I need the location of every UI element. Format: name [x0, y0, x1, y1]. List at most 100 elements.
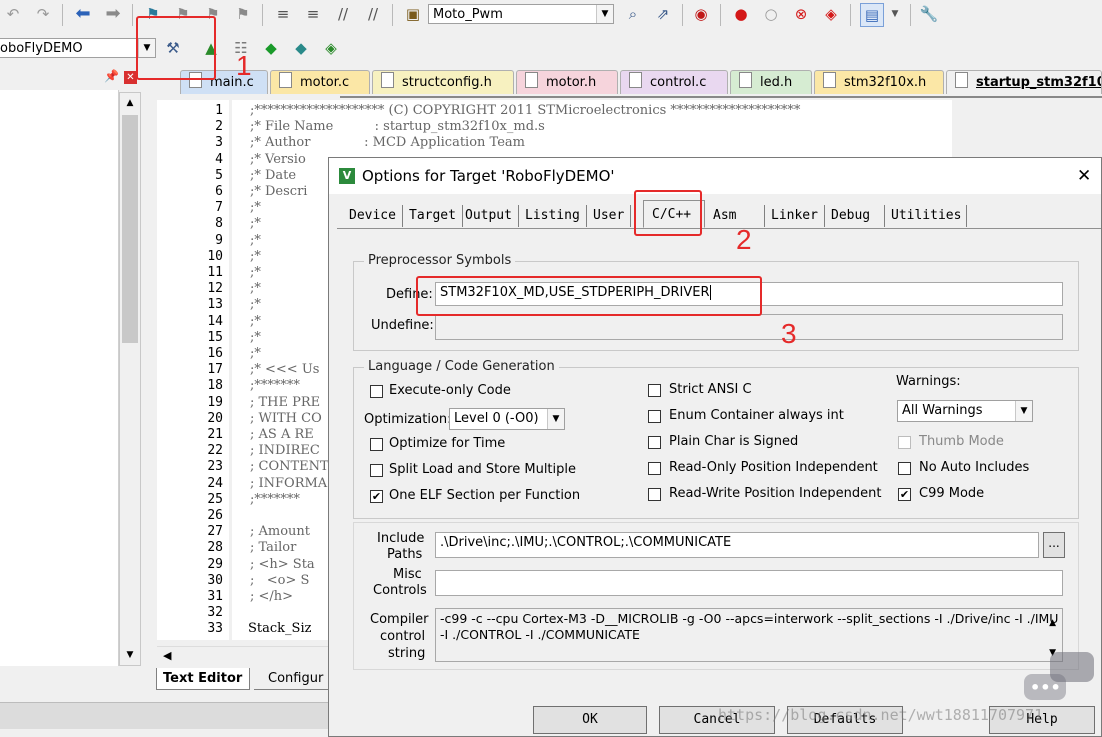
tab-utilities[interactable]: Utilities — [885, 205, 967, 227]
line-number-gutter: 1 2 3 4 5 6 7 8 9 10 11 12 13 14 15 16 17 18 19 20 21 22 23 24 2… — [157, 100, 229, 640]
line-number: 26 — [207, 508, 223, 523]
toolbar-separator — [262, 4, 263, 26]
nav-forward-icon[interactable]: ➡ — [102, 3, 124, 25]
redo-icon[interactable]: ↷ — [32, 3, 54, 25]
file-tab[interactable]: motor.c — [270, 70, 370, 94]
include-paths-input[interactable]: .\Drive\inc;.\IMU;.\CONTROL;.\COMMUNICAT… — [435, 532, 1039, 558]
comment-icon[interactable]: // — [332, 3, 354, 25]
no-auto-includes-checkbox[interactable] — [898, 462, 911, 475]
file-tab-active[interactable]: startup_stm32f10x — [946, 70, 1102, 94]
project-tree-scrollbar[interactable]: ▲ ▼ — [119, 92, 141, 666]
execute-only-checkbox[interactable] — [370, 385, 383, 398]
line-number: 13 — [207, 297, 223, 313]
find-icon[interactable]: ⌕ — [622, 3, 644, 25]
disable-all-breakpoints-icon[interactable]: ⊗ — [790, 3, 812, 25]
line-number: 10 — [207, 248, 223, 264]
code-line: ;* <<< Us — [250, 362, 320, 378]
indent-icon[interactable]: ≡ — [272, 3, 294, 25]
window-layout-icon[interactable]: ▤ — [860, 3, 884, 27]
tab-device[interactable]: Device — [343, 205, 403, 227]
file-tab[interactable]: structconfig.h — [372, 70, 514, 94]
optimize-time-checkbox[interactable] — [370, 438, 383, 451]
h-file-icon — [739, 72, 752, 88]
target-combo[interactable]: Moto_Pwm ▼ — [428, 4, 614, 24]
strict-ansi-label: Strict ANSI C — [669, 382, 752, 397]
scroll-up-icon[interactable]: ▲ — [1049, 615, 1056, 631]
file-tab[interactable]: led.h — [730, 70, 812, 94]
optimization-select[interactable]: Level 0 (-O0) ▼ — [449, 408, 565, 430]
chevron-down-icon[interactable]: ▼ — [596, 5, 613, 23]
disable-breakpoint-icon[interactable]: ○ — [760, 3, 782, 25]
code-line: ;* — [250, 265, 261, 280]
code-line: ;* — [250, 281, 261, 297]
ro-pi-checkbox[interactable] — [648, 462, 661, 475]
chevron-down-icon[interactable]: ▼ — [547, 409, 564, 429]
tab-linker[interactable]: Linker — [765, 205, 825, 227]
rte-icon[interactable]: ◈ — [320, 37, 342, 59]
tab-output[interactable]: Output — [459, 205, 519, 227]
ok-button[interactable]: OK — [533, 706, 647, 734]
code-line: ; INDIREC — [250, 443, 320, 459]
rw-pi-checkbox[interactable] — [648, 488, 661, 501]
scroll-up-icon[interactable]: ▲ — [122, 95, 138, 111]
code-line: ;******************** (C) COPYRIGHT 2011… — [250, 103, 801, 118]
one-elf-checkbox[interactable]: ✔ — [370, 490, 383, 503]
find-in-files-icon[interactable]: ▣ — [402, 3, 424, 25]
pin-icon[interactable]: 📌 — [104, 69, 119, 83]
plain-char-checkbox[interactable] — [648, 436, 661, 449]
h-file-icon — [823, 72, 836, 88]
breakpoint-icon[interactable]: ● — [730, 3, 752, 25]
file-tab[interactable]: motor.h — [516, 70, 618, 94]
warnings-select[interactable]: All Warnings ▼ — [897, 400, 1033, 422]
enum-int-checkbox[interactable] — [648, 410, 661, 423]
line-number: 4 — [215, 151, 223, 167]
browse-include-button[interactable]: ... — [1043, 532, 1065, 558]
undo-icon[interactable]: ↶ — [2, 3, 24, 25]
project-tree[interactable] — [0, 90, 119, 666]
tab-user[interactable]: User — [587, 205, 631, 227]
window-layout-dropdown-icon[interactable]: ▼ — [884, 3, 906, 25]
tab-configuration-wizard[interactable]: Configur — [254, 668, 334, 690]
chevron-down-icon[interactable]: ▼ — [1015, 401, 1032, 421]
line-number: 23 — [207, 459, 223, 475]
strict-ansi-checkbox[interactable] — [648, 384, 661, 397]
tab-listing[interactable]: Listing — [519, 205, 587, 227]
undefine-input[interactable] — [435, 314, 1063, 340]
file-tab[interactable]: stm32f10x.h — [814, 70, 944, 94]
nav-back-icon[interactable]: ⬅ — [72, 3, 94, 25]
incremental-find-icon[interactable]: ⇗ — [652, 3, 674, 25]
code-line: ; THE PRE — [250, 394, 321, 410]
code-line: ; Tailor — [250, 540, 297, 556]
tab-text-editor[interactable]: Text Editor — [156, 668, 250, 690]
editor-hscrollbar[interactable]: ◀ — [157, 646, 337, 667]
unindent-icon[interactable]: ≡ — [302, 3, 324, 25]
code-line: ;* Date — [250, 167, 297, 183]
close-icon[interactable]: ✕ — [1077, 166, 1091, 186]
compiler-string-label-2: control — [380, 629, 426, 644]
bookmark-clear-icon[interactable]: ⚑ — [232, 3, 254, 25]
chat-bubble-icon: ••• — [1024, 652, 1094, 702]
tab-target[interactable]: Target — [403, 205, 463, 227]
scroll-left-icon[interactable]: ◀ — [163, 649, 171, 662]
start-debug-icon[interactable]: ◉ — [690, 3, 712, 25]
code-line: ; AS A RE — [250, 427, 314, 442]
configure-icon[interactable]: 🔧 — [918, 3, 940, 25]
code-line: ;* — [250, 232, 261, 248]
compiler-string-box: -c99 -c --cpu Cortex-M3 -D__MICROLIB -g … — [435, 608, 1063, 662]
project-combo[interactable]: oboFlyDEMO ▼ — [0, 38, 156, 58]
c99-mode-checkbox[interactable]: ✔ — [898, 488, 911, 501]
kill-breakpoints-icon[interactable]: ◈ — [820, 3, 842, 25]
misc-controls-input[interactable] — [435, 570, 1063, 596]
file-tab[interactable]: control.c — [620, 70, 728, 94]
select-packs-icon[interactable]: ◆ — [260, 37, 282, 59]
uncomment-icon[interactable]: // — [362, 3, 384, 25]
rw-pi-label: Read-Write Position Independent — [669, 486, 882, 501]
split-load-checkbox[interactable] — [370, 464, 383, 477]
scroll-thumb[interactable] — [122, 115, 138, 343]
toolbar-separator — [62, 4, 63, 26]
line-number: 12 — [207, 281, 223, 297]
pack-installer-icon[interactable]: ◆ — [290, 37, 312, 59]
code-line: ;* — [250, 248, 261, 264]
scroll-down-icon[interactable]: ▼ — [122, 647, 138, 663]
tab-debug[interactable]: Debug — [825, 205, 885, 227]
